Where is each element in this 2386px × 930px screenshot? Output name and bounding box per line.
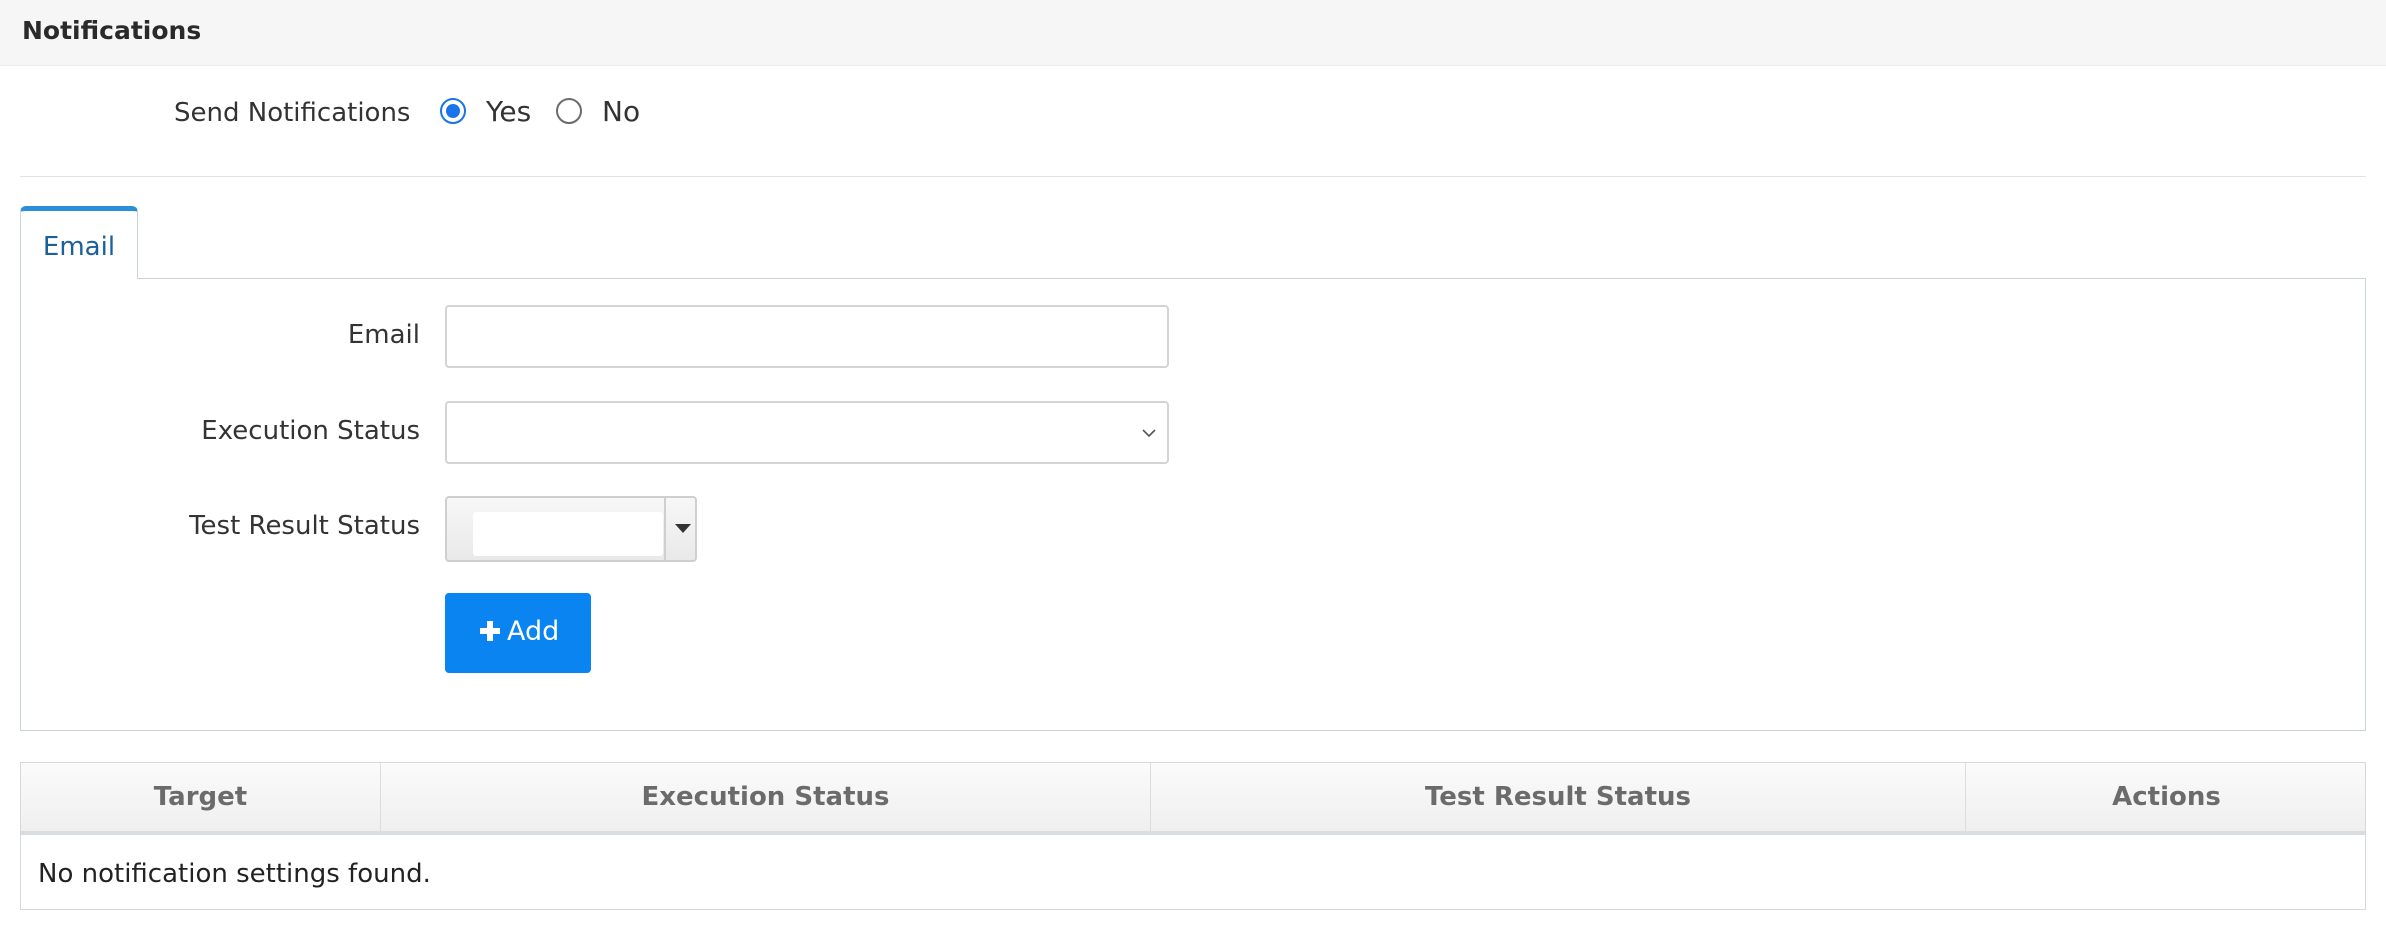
chevron-down-icon: [1142, 429, 1156, 438]
empty-table-message: No notification settings found.: [38, 859, 431, 889]
notifications-header: Notifications: [0, 0, 2386, 66]
execution-status-label: Execution Status: [201, 416, 420, 446]
test-result-status-label: Test Result Status: [189, 511, 420, 541]
notification-settings-table: Target Execution Status Test Result Stat…: [20, 762, 2366, 910]
radio-no-label[interactable]: No: [602, 94, 640, 130]
column-header-target: Target: [21, 763, 381, 831]
column-header-test-result-status: Test Result Status: [1151, 763, 1966, 831]
test-result-status-input[interactable]: [473, 512, 663, 556]
column-header-execution-status: Execution Status: [381, 763, 1151, 831]
send-notifications-label: Send Notifications: [174, 98, 411, 128]
radio-no[interactable]: [556, 98, 582, 124]
radio-yes-label[interactable]: Yes: [486, 94, 531, 130]
select-separator: [664, 498, 666, 560]
tab-email[interactable]: Email: [20, 206, 138, 279]
email-label: Email: [347, 320, 420, 350]
tab-email-label: Email: [42, 232, 116, 262]
add-button[interactable]: Add: [445, 593, 591, 673]
send-notifications-row: Send Notifications Yes No: [0, 90, 900, 134]
plus-icon: [480, 621, 500, 641]
add-button-content: Add: [479, 615, 559, 649]
test-result-status-select[interactable]: [445, 496, 697, 562]
caret-down-icon[interactable]: [675, 524, 691, 533]
add-button-label: Add: [507, 616, 560, 647]
table-header: Target Execution Status Test Result Stat…: [21, 763, 2365, 835]
section-divider: [20, 176, 2366, 177]
column-header-actions: Actions: [2112, 782, 2221, 812]
execution-status-select[interactable]: [445, 401, 1169, 464]
page-title: Notifications: [22, 16, 202, 45]
radio-yes[interactable]: [440, 98, 466, 124]
email-input[interactable]: [445, 305, 1169, 368]
